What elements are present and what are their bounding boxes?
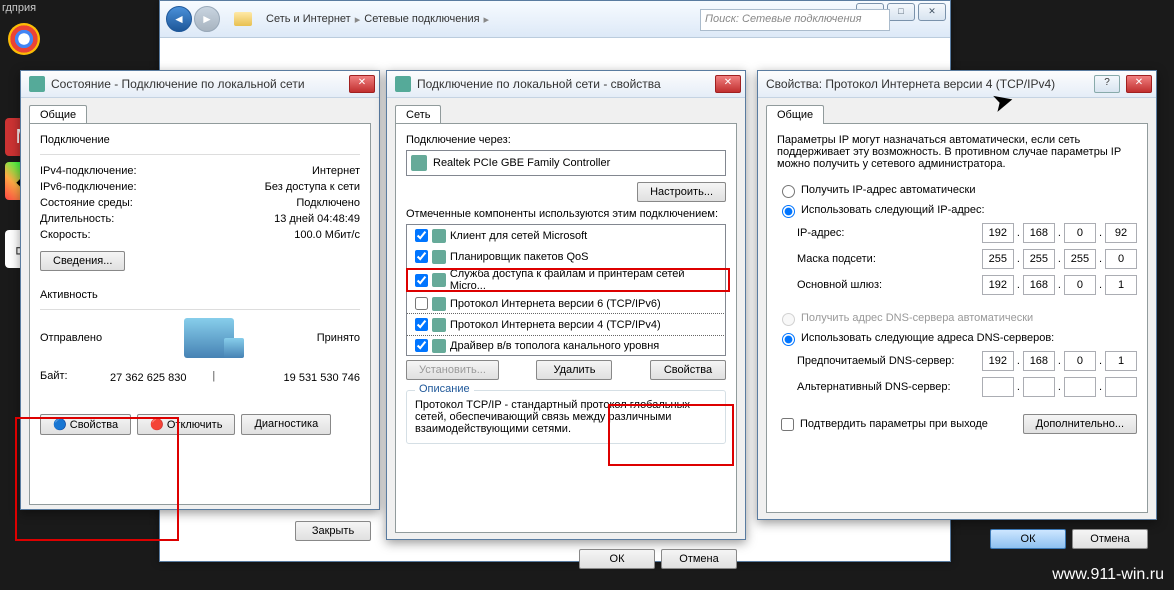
- connection-rows: IPv4-подключение:Интернет IPv6-подключен…: [40, 163, 360, 243]
- validate-checkbox[interactable]: [781, 418, 794, 431]
- watermark: www.911-win.ru: [1052, 566, 1164, 584]
- components-list[interactable]: Клиент для сетей Microsoft Планировщик п…: [406, 224, 726, 356]
- gateway-input[interactable]: 192.168.0.1: [982, 275, 1137, 295]
- ok-button[interactable]: ОК: [579, 549, 655, 569]
- breadcrumb[interactable]: Сеть и Интернет▸ Сетевые подключения▸: [266, 13, 489, 26]
- help-button[interactable]: ?: [1094, 75, 1120, 93]
- component-icon: [432, 297, 446, 311]
- props-close-button[interactable]: ✕: [715, 75, 741, 93]
- component-item-selected[interactable]: Протокол Интернета версии 4 (TCP/IPv4): [407, 314, 725, 335]
- close-button[interactable]: Закрыть: [295, 521, 371, 541]
- bytes-label: Байт:: [40, 370, 68, 382]
- sent-label: Отправлено: [40, 332, 102, 344]
- gateway-label: Основной шлюз:: [797, 279, 882, 291]
- component-properties-button[interactable]: Свойства: [650, 360, 726, 380]
- tab-network[interactable]: Сеть: [395, 105, 441, 124]
- search-input[interactable]: Поиск: Сетевые подключения: [700, 9, 890, 31]
- connection-properties-dialog: Подключение по локальной сети - свойства…: [386, 70, 746, 540]
- adapter-icon: [411, 155, 427, 171]
- ipv4-properties-dialog: Свойства: Протокол Интернета версии 4 (T…: [757, 70, 1157, 520]
- uninstall-button[interactable]: Удалить: [536, 360, 612, 380]
- component-icon: [432, 339, 446, 353]
- details-button[interactable]: Сведения...: [40, 251, 125, 271]
- props-title: Подключение по локальной сети - свойства: [417, 77, 661, 91]
- connect-via-label: Подключение через:: [406, 134, 726, 146]
- component-item[interactable]: Служба доступа к файлам и принтерам сете…: [407, 267, 725, 293]
- folder-icon: [234, 12, 252, 26]
- radio-manual-ip[interactable]: Использовать следующий IP-адрес:: [777, 200, 1137, 220]
- maximize-button[interactable]: □: [887, 3, 915, 21]
- network-icon: [29, 76, 45, 92]
- component-item[interactable]: Протокол Интернета версии 6 (TCP/IPv6): [407, 293, 725, 314]
- status-title-bar: Состояние - Подключение по локальной сет…: [21, 71, 379, 98]
- desktop: гдприя M ◆ ▭ — □ ✕ ◄ ► Сеть и Интернет▸ …: [0, 0, 1174, 590]
- ipv4-close-button[interactable]: ✕: [1126, 75, 1152, 93]
- radio-auto-dns: Получить адрес DNS-сервера автоматически: [777, 308, 1137, 328]
- component-icon: [432, 250, 446, 264]
- bytes-recv: 19 531 530 746: [284, 372, 360, 384]
- nav-back-button[interactable]: ◄: [166, 6, 192, 32]
- preferred-dns-input[interactable]: 192.168.0.1: [982, 351, 1137, 371]
- ip-address-input[interactable]: 192.168.0.92: [982, 223, 1137, 243]
- subnet-mask-input[interactable]: 255.255.255.0: [982, 249, 1137, 269]
- properties-button[interactable]: 🔵 Свойства: [40, 414, 131, 435]
- activity-monitors-icon: [184, 318, 234, 358]
- configure-button[interactable]: Настроить...: [637, 182, 726, 202]
- dns1-label: Предпочитаемый DNS-сервер:: [797, 355, 954, 367]
- component-item[interactable]: Планировщик пакетов QoS: [407, 246, 725, 267]
- diagnose-button[interactable]: Диагностика: [241, 414, 331, 435]
- bytes-sent: 27 362 625 830: [110, 372, 186, 384]
- connection-group-label: Подключение: [40, 134, 360, 146]
- component-icon: [432, 229, 446, 243]
- status-title: Состояние - Подключение по локальной сет…: [51, 77, 305, 91]
- alternate-dns-input[interactable]: ...: [982, 377, 1137, 397]
- advanced-button[interactable]: Дополнительно...: [1023, 414, 1137, 434]
- network-icon: [395, 76, 411, 92]
- description-legend: Описание: [415, 383, 474, 395]
- chrome-icon[interactable]: [5, 20, 43, 58]
- component-icon: [432, 273, 446, 287]
- nav-forward-button[interactable]: ►: [194, 6, 220, 32]
- tab-general[interactable]: Общие: [29, 105, 87, 124]
- radio-auto-ip[interactable]: Получить IP-адрес автоматически: [777, 180, 1137, 200]
- ipv4-intro-text: Параметры IP могут назначаться автоматич…: [777, 134, 1137, 170]
- mask-label: Маска подсети:: [797, 253, 876, 265]
- ipv4-title: Свойства: Протокол Интернета версии 4 (T…: [766, 77, 1055, 91]
- explorer-toolbar: ◄ ► Сеть и Интернет▸ Сетевые подключения…: [160, 1, 950, 38]
- disable-button[interactable]: 🔴 Отключить: [137, 414, 235, 435]
- ipv4-title-bar: Свойства: Протокол Интернета версии 4 (T…: [758, 71, 1156, 98]
- props-title-bar: Подключение по локальной сети - свойства…: [387, 71, 745, 98]
- close-button[interactable]: ✕: [918, 3, 946, 21]
- components-label: Отмеченные компоненты используются этим …: [406, 208, 726, 220]
- install-button[interactable]: Установить...: [406, 360, 499, 380]
- cancel-button[interactable]: Отмена: [661, 549, 737, 569]
- radio-manual-dns[interactable]: Использовать следующие адреса DNS-сервер…: [777, 328, 1137, 348]
- component-item[interactable]: Клиент для сетей Microsoft: [407, 225, 725, 246]
- cancel-button[interactable]: Отмена: [1072, 529, 1148, 549]
- tab-ipv4-general[interactable]: Общие: [766, 105, 824, 124]
- ip-label: IP-адрес:: [797, 227, 844, 239]
- component-icon: [432, 318, 446, 332]
- adapter-field: Realtek PCIe GBE Family Controller: [406, 150, 726, 176]
- dns2-label: Альтернативный DNS-сервер:: [797, 381, 951, 393]
- connection-status-dialog: Состояние - Подключение по локальной сет…: [20, 70, 380, 510]
- recv-label: Принято: [317, 332, 360, 344]
- activity-group-label: Активность: [40, 289, 360, 301]
- description-text: Протокол TCP/IP - стандартный протокол г…: [415, 399, 717, 435]
- ok-button[interactable]: ОК: [990, 529, 1066, 549]
- status-close-button[interactable]: ✕: [349, 75, 375, 93]
- component-item[interactable]: Драйвер в/в тополога канального уровня: [407, 335, 725, 356]
